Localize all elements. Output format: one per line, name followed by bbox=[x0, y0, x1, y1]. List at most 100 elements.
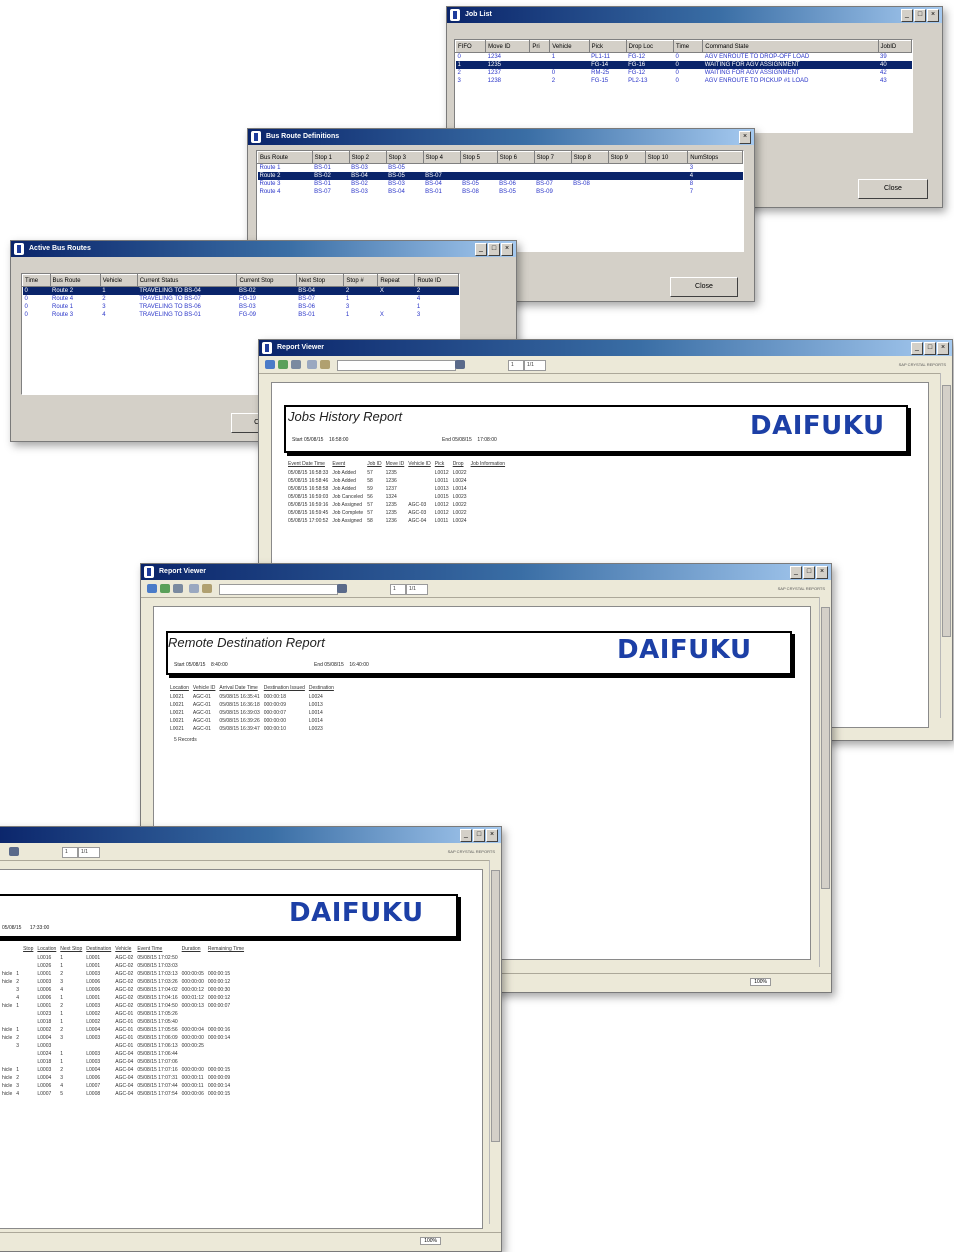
column-header[interactable]: Pri bbox=[529, 40, 551, 53]
close-button[interactable]: Close bbox=[858, 179, 928, 199]
table-row[interactable]: 1 1235 FG-14 FG-16 0 WAITING FOR AGV ASSIGNME… bbox=[455, 61, 912, 69]
viewer-titlebar[interactable]: Report Viewer _ □ × bbox=[259, 340, 952, 356]
minimize-button[interactable]: _ bbox=[901, 9, 913, 22]
column-header[interactable]: Route ID bbox=[414, 274, 459, 287]
bus-route-grid[interactable]: Bus Route Stop 1 Stop 2 Stop 3 Stop 4 Stop 5S… bbox=[256, 150, 744, 252]
table-row[interactable]: Route 1 BS-01 BS-03 BS-05 3 bbox=[258, 164, 743, 173]
column-header[interactable]: Next Stop bbox=[295, 274, 345, 287]
table-row[interactable]: 0 Route 1 3 TRAVELING TO BS-06 BS-03 BS-06 3 1 bbox=[23, 303, 459, 311]
column-header[interactable]: FIFO bbox=[455, 40, 487, 53]
column-header[interactable]: Current Stop bbox=[236, 274, 297, 287]
column-header[interactable]: JobID bbox=[877, 40, 912, 53]
close-icon[interactable]: × bbox=[486, 829, 498, 842]
refresh-icon[interactable] bbox=[160, 584, 170, 593]
search-input[interactable] bbox=[219, 584, 338, 595]
column-header[interactable]: Bus Route bbox=[49, 274, 101, 287]
maximize-button[interactable]: □ bbox=[924, 342, 936, 355]
active-routes-table[interactable]: Time Bus Route Vehicle Current Status Curren… bbox=[22, 274, 459, 319]
job-list-titlebar[interactable]: Job List _ □ × bbox=[447, 7, 942, 23]
page-number-input[interactable]: 1 bbox=[390, 584, 406, 595]
column-header[interactable]: Vehicle bbox=[99, 274, 138, 287]
search-icon[interactable] bbox=[455, 360, 465, 369]
close-icon[interactable]: × bbox=[937, 342, 949, 355]
minimize-button[interactable]: _ bbox=[475, 243, 487, 256]
job-list-grid[interactable]: FIFO Move ID Pri Vehicle Pick Drop Loc Time Com… bbox=[454, 39, 913, 133]
table-row[interactable]: 0 1234 1 PL1-11 FG-12 0 AGV ENROUTE TO DROP-OF… bbox=[456, 53, 912, 62]
maximize-button[interactable]: □ bbox=[914, 9, 926, 22]
bus-route-table[interactable]: Bus Route Stop 1 Stop 2 Stop 3 Stop 4 Stop 5S… bbox=[257, 151, 743, 196]
close-icon[interactable]: × bbox=[739, 131, 751, 144]
close-icon[interactable]: × bbox=[816, 566, 828, 579]
export-icon[interactable] bbox=[147, 584, 157, 593]
scroll-thumb[interactable] bbox=[942, 385, 951, 637]
close-icon[interactable]: × bbox=[501, 243, 513, 256]
column-header[interactable]: Stop # bbox=[343, 274, 379, 287]
column-header[interactable]: Drop Loc bbox=[625, 40, 675, 53]
column-header[interactable]: Repeat bbox=[377, 274, 416, 287]
zoom-label[interactable]: 100% bbox=[420, 1237, 441, 1245]
vertical-scrollbar[interactable] bbox=[940, 373, 952, 718]
column-header[interactable]: Stop 8 bbox=[570, 151, 609, 164]
table-row[interactable]: 0 Route 4 2 TRAVELING TO BS-07 FG-19 BS-07 1 4 bbox=[23, 295, 459, 303]
search-icon[interactable] bbox=[337, 584, 347, 593]
maximize-button[interactable]: □ bbox=[473, 829, 485, 842]
viewer-titlebar[interactable]: Report Viewer _ □ × bbox=[141, 564, 831, 580]
bus-route-titlebar[interactable]: Bus Route Definitions × bbox=[248, 129, 754, 145]
column-header[interactable]: Stop 9 bbox=[607, 151, 646, 164]
table-cell: X bbox=[377, 286, 415, 295]
table-row[interactable]: 0 Route 2 1 TRAVELING TO BS-04 BS-02 BS-04 2 X 2 bbox=[22, 286, 459, 295]
job-list-table[interactable]: FIFO Move ID Pri Vehicle Pick Drop Loc Time Com… bbox=[455, 40, 912, 85]
column-header[interactable]: Stop 4 bbox=[422, 151, 461, 164]
table-row[interactable]: 0 Route 3 4 TRAVELING TO BS-01 FG-09 BS-01 1 X 3 bbox=[23, 311, 459, 319]
column-header[interactable]: Pick bbox=[588, 40, 627, 53]
maximize-button[interactable]: □ bbox=[803, 566, 815, 579]
report-canvas[interactable]: 05/08/15 17:33:00 DAIFUKU Stop Location Ne… bbox=[0, 869, 483, 1229]
column-header[interactable]: Stop 7 bbox=[533, 151, 572, 164]
page-number-input[interactable]: 1 bbox=[508, 360, 524, 371]
print-icon[interactable] bbox=[173, 584, 183, 593]
active-routes-titlebar[interactable]: Active Bus Routes _ □ × bbox=[11, 241, 516, 257]
column-header[interactable]: Stop 10 bbox=[644, 151, 689, 164]
parameters-icon[interactable] bbox=[202, 584, 212, 593]
table-row[interactable]: Route 4 BS-07 BS-03 BS-04 BS-01 BS-08 BS-05 BS-… bbox=[258, 188, 743, 196]
scroll-thumb[interactable] bbox=[821, 607, 830, 889]
column-header[interactable]: Stop 6 bbox=[496, 151, 535, 164]
column-header[interactable]: Move ID bbox=[485, 40, 531, 53]
search-input[interactable] bbox=[337, 360, 456, 371]
viewer-titlebar[interactable]: _ □ × bbox=[0, 827, 501, 843]
column-header[interactable]: Stop 3 bbox=[385, 151, 424, 164]
column-header[interactable]: Current Status bbox=[136, 274, 238, 287]
zoom-label[interactable]: 100% bbox=[750, 978, 771, 986]
search-icon[interactable] bbox=[9, 847, 19, 856]
column-header[interactable]: Stop 5 bbox=[459, 151, 498, 164]
minimize-button[interactable]: _ bbox=[790, 566, 802, 579]
vertical-scrollbar[interactable] bbox=[489, 860, 501, 1224]
parameters-icon[interactable] bbox=[320, 360, 330, 369]
column-header[interactable]: Stop 1 bbox=[311, 151, 350, 164]
close-button[interactable]: Close bbox=[670, 277, 738, 297]
minimize-button[interactable]: _ bbox=[460, 829, 472, 842]
export-icon[interactable] bbox=[265, 360, 275, 369]
table-row[interactable]: Route 3 BS-01 BS-02 BS-03 BS-04 BS-05 BS-06 BS-… bbox=[258, 180, 743, 188]
scroll-thumb[interactable] bbox=[491, 870, 500, 1142]
close-icon[interactable]: × bbox=[927, 9, 939, 22]
print-icon[interactable] bbox=[291, 360, 301, 369]
table-row[interactable]: Route 2 BS-02 BS-04 BS-05 BS-07 4 bbox=[257, 172, 743, 180]
column-header[interactable]: Time bbox=[673, 40, 704, 53]
refresh-icon[interactable] bbox=[278, 360, 288, 369]
table-row[interactable]: 2 1237 0 RM-25 FG-12 0 WAITING FOR AGV ASSIGNM… bbox=[456, 69, 912, 77]
group-tree-icon[interactable] bbox=[307, 360, 317, 369]
column-header[interactable]: Command State bbox=[702, 40, 879, 53]
column-header[interactable]: Time bbox=[22, 274, 51, 287]
group-tree-icon[interactable] bbox=[189, 584, 199, 593]
report-cell bbox=[23, 1074, 37, 1082]
minimize-button[interactable]: _ bbox=[911, 342, 923, 355]
table-row[interactable]: 3 1238 2 FG-15 PL2-13 0 AGV ENROUTE TO PICKUP … bbox=[456, 77, 912, 85]
column-header[interactable]: Bus Route bbox=[257, 151, 313, 164]
column-header[interactable]: Vehicle bbox=[549, 40, 590, 53]
vertical-scrollbar[interactable] bbox=[819, 597, 831, 967]
column-header[interactable]: NumStops bbox=[687, 151, 743, 164]
maximize-button[interactable]: □ bbox=[488, 243, 500, 256]
column-header[interactable]: Stop 2 bbox=[348, 151, 387, 164]
page-number-input[interactable]: 1 bbox=[62, 847, 78, 858]
